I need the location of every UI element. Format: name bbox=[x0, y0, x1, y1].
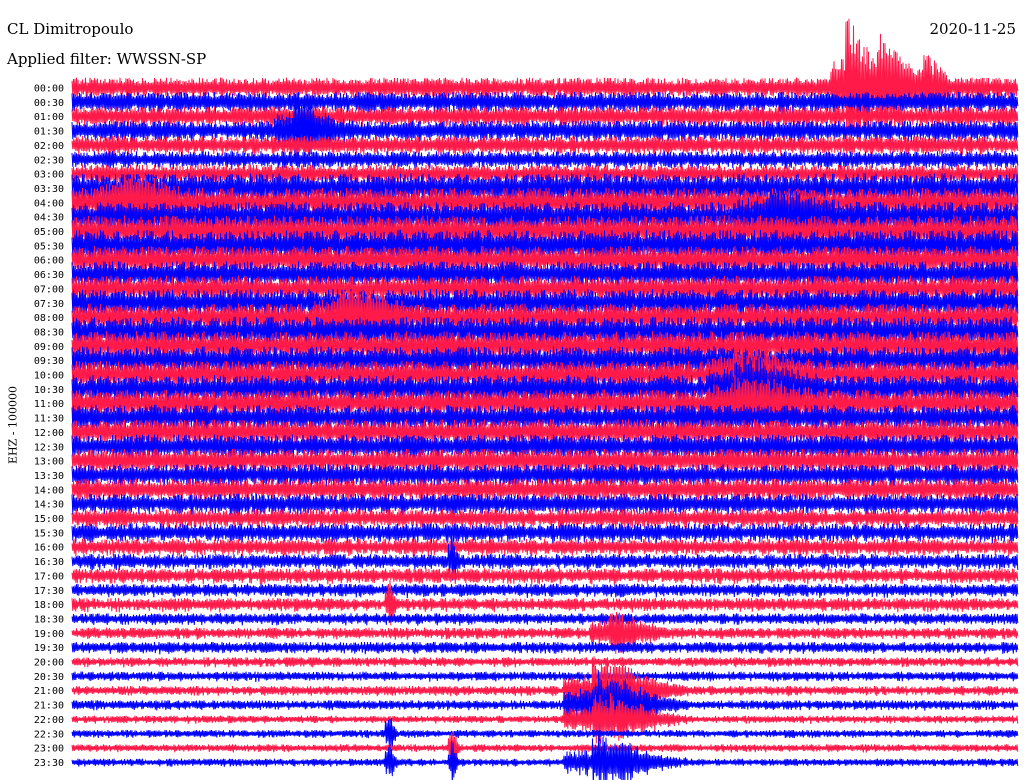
trace-row-34 bbox=[71, 568, 1019, 585]
row-label: 00:30 bbox=[34, 98, 64, 109]
trace-row-39 bbox=[71, 641, 1019, 655]
row-label: 10:00 bbox=[34, 371, 64, 382]
row-label: 04:00 bbox=[34, 198, 64, 209]
row-labels-group: 00:00 00:30 01:00 01:30 02:00 02:30 03:00 03:30… bbox=[34, 84, 64, 769]
row-label: 15:00 bbox=[34, 514, 64, 525]
row-label: 23:30 bbox=[34, 758, 64, 769]
helicorder-plot: 00:00 00:30 01:00 01:30 02:00 02:30 03:00 03:30… bbox=[34, 18, 1019, 780]
row-label: 18:30 bbox=[34, 614, 64, 625]
row-label: 00:00 bbox=[34, 84, 64, 95]
row-label: 11:30 bbox=[34, 414, 64, 425]
row-label: 19:00 bbox=[34, 629, 64, 640]
row-label: 06:00 bbox=[34, 256, 64, 267]
trace-row-37 bbox=[71, 613, 1019, 626]
row-label: 10:30 bbox=[34, 385, 64, 396]
row-label: 09:30 bbox=[34, 356, 64, 367]
row-label: 18:00 bbox=[34, 600, 64, 611]
row-label: 07:00 bbox=[34, 284, 64, 295]
row-label: 16:30 bbox=[34, 557, 64, 568]
row-label: 14:30 bbox=[34, 500, 64, 511]
row-label: 22:30 bbox=[34, 729, 64, 740]
row-label: 19:30 bbox=[34, 643, 64, 654]
row-label: 13:00 bbox=[34, 457, 64, 468]
row-label: 02:00 bbox=[34, 141, 64, 152]
trace-row-46 bbox=[71, 732, 1019, 763]
row-label: 03:30 bbox=[34, 184, 64, 195]
row-label: 21:00 bbox=[34, 686, 64, 697]
row-label: 12:30 bbox=[34, 442, 64, 453]
row-label: 07:30 bbox=[34, 299, 64, 310]
row-label: 05:30 bbox=[34, 241, 64, 252]
row-label: 06:30 bbox=[34, 270, 64, 281]
row-label: 01:00 bbox=[34, 112, 64, 123]
trace-row-43 bbox=[71, 670, 1019, 742]
trace-row-29 bbox=[71, 493, 1019, 517]
row-label: 15:30 bbox=[34, 528, 64, 539]
trace-row-35 bbox=[71, 583, 1019, 599]
row-label: 04:30 bbox=[34, 213, 64, 224]
row-label: 17:00 bbox=[34, 571, 64, 582]
row-label: 22:00 bbox=[34, 715, 64, 726]
row-label: 11:00 bbox=[34, 399, 64, 410]
row-label: 05:00 bbox=[34, 227, 64, 238]
row-label: 21:30 bbox=[34, 701, 64, 712]
row-label: 14:00 bbox=[34, 485, 64, 496]
row-label: 20:00 bbox=[34, 658, 64, 669]
row-label: 20:30 bbox=[34, 672, 64, 683]
row-label: 03:00 bbox=[34, 170, 64, 181]
trace-row-40 bbox=[71, 657, 1019, 668]
row-label: 02:30 bbox=[34, 155, 64, 166]
traces-group bbox=[71, 18, 1019, 780]
trace-row-47 bbox=[71, 735, 1019, 780]
row-label: 17:30 bbox=[34, 586, 64, 597]
row-label: 08:00 bbox=[34, 313, 64, 324]
row-label: 08:30 bbox=[34, 327, 64, 338]
trace-row-41 bbox=[71, 671, 1019, 683]
row-label: 09:00 bbox=[34, 342, 64, 353]
row-label: 13:30 bbox=[34, 471, 64, 482]
row-label: 23:00 bbox=[34, 744, 64, 755]
row-label: 16:00 bbox=[34, 543, 64, 554]
trace-row-32 bbox=[71, 538, 1019, 558]
row-label: 01:30 bbox=[34, 127, 64, 138]
row-label: 12:00 bbox=[34, 428, 64, 439]
